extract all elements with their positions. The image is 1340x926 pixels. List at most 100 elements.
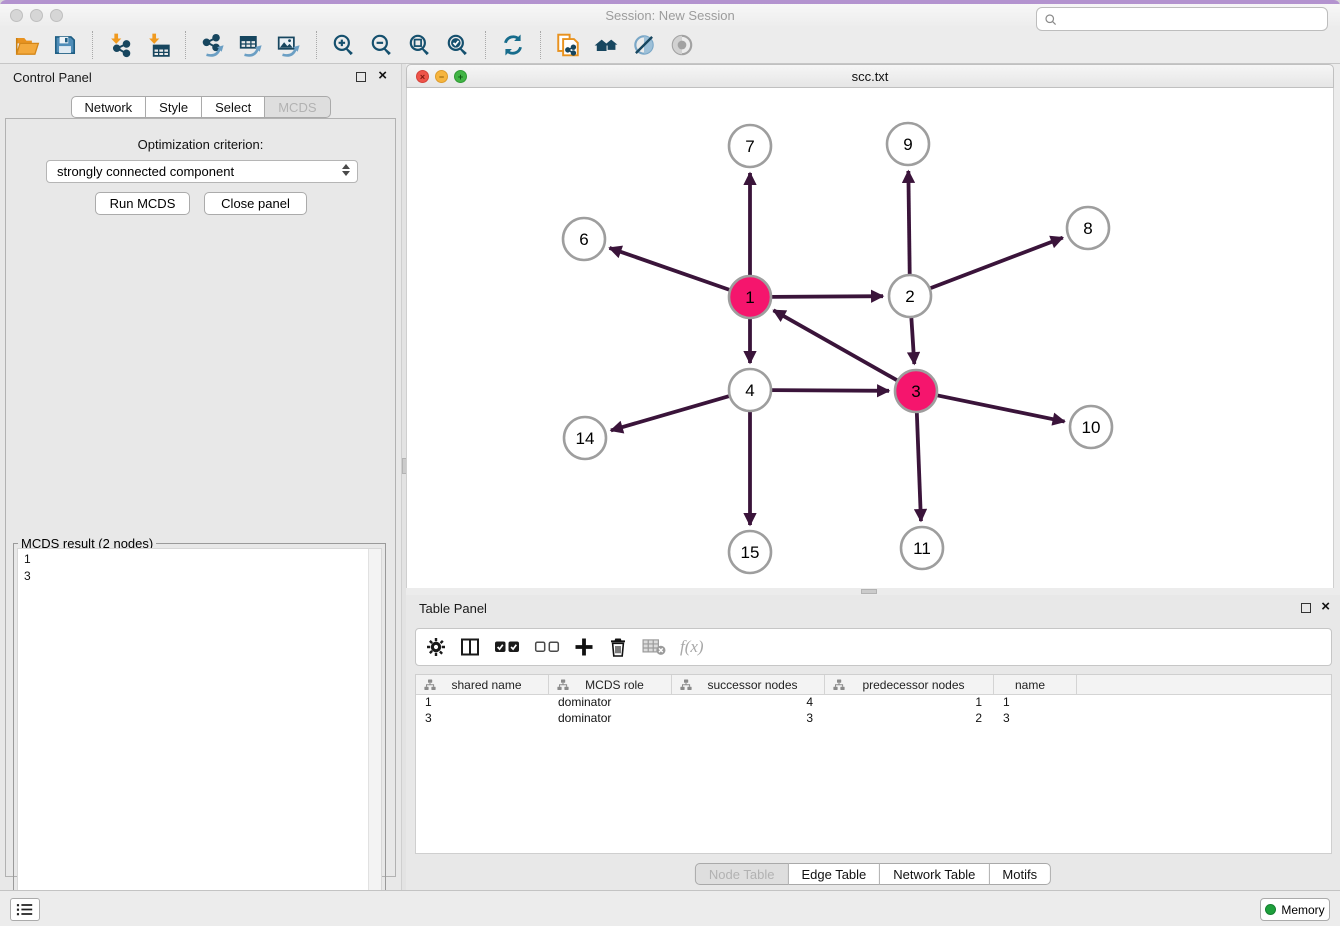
graph-edge-4-3[interactable] — [772, 390, 889, 391]
network-overview-icon — [593, 32, 619, 58]
tab-node-table[interactable]: Node Table — [695, 863, 789, 885]
table-cell[interactable]: 3 — [416, 711, 549, 727]
tab-edge-table[interactable]: Edge Table — [788, 863, 880, 885]
table-cell[interactable]: 3 — [994, 711, 1077, 727]
visual-style-button[interactable] — [627, 30, 661, 60]
graph-edge-1-6[interactable] — [609, 248, 729, 290]
close-panel-icon[interactable]: × — [378, 67, 387, 84]
optimization-criterion-label: Optimization criterion: — [6, 137, 395, 152]
table-row[interactable]: 1dominator411 — [416, 695, 1331, 711]
import-table-button[interactable] — [141, 30, 175, 60]
table-cell[interactable]: 1 — [416, 695, 549, 711]
zoom-out-icon — [369, 32, 395, 58]
column-header-mcds-role[interactable]: MCDS role — [549, 675, 672, 694]
delete-table-button — [642, 634, 666, 660]
table-row[interactable]: 3dominator323 — [416, 711, 1331, 727]
result-scrollbar[interactable] — [368, 549, 381, 918]
graph-edge-3-10[interactable] — [938, 395, 1065, 421]
tab-style[interactable]: Style — [146, 96, 202, 118]
table-panel-title: Table Panel — [419, 601, 487, 616]
table-toolbar: f(x) — [415, 628, 1332, 666]
graph-node-label: 2 — [905, 287, 914, 306]
export-network-button[interactable] — [196, 30, 230, 60]
tab-motifs[interactable]: Motifs — [989, 863, 1051, 885]
table-cell[interactable]: 3 — [672, 711, 825, 727]
graph-node-label: 4 — [745, 381, 754, 400]
graph-node-label: 6 — [579, 230, 588, 249]
zoom-selected-button[interactable] — [441, 30, 475, 60]
unselect-all-columns-button[interactable] — [534, 634, 560, 660]
zoom-in-icon — [331, 32, 357, 58]
mcds-panel: Optimization criterion: strongly connect… — [5, 118, 396, 877]
network-canvas[interactable]: 1234678910111415 — [406, 88, 1334, 588]
format-columns-icon — [460, 637, 480, 657]
table-cell[interactable]: dominator — [549, 695, 672, 711]
format-columns-button[interactable] — [460, 634, 480, 660]
select-all-columns-button[interactable] — [494, 634, 520, 660]
delete-columns-button[interactable] — [608, 634, 628, 660]
graph-edge-3-11[interactable] — [917, 413, 921, 521]
table-settings-button[interactable] — [426, 634, 446, 660]
memory-button[interactable]: Memory — [1260, 898, 1330, 921]
close-panel-button[interactable]: Close panel — [204, 192, 307, 215]
table-panel-tabs: Node TableEdge TableNetwork TableMotifs — [695, 863, 1051, 885]
zoom-in-button[interactable] — [327, 30, 361, 60]
function-builder-button: f(x) — [680, 634, 704, 660]
close-panel-icon[interactable]: × — [1321, 598, 1330, 615]
tab-network-table[interactable]: Network Table — [880, 863, 989, 885]
import-network-button[interactable] — [103, 30, 137, 60]
save-session-button[interactable] — [48, 30, 82, 60]
graph-edge-3-1[interactable] — [773, 310, 896, 380]
open-session-button[interactable] — [10, 30, 44, 60]
clone-network-button[interactable] — [551, 30, 585, 60]
horizontal-splitter[interactable] — [406, 588, 1334, 595]
graph-edge-2-9[interactable] — [908, 171, 909, 274]
column-header-label: shared name — [439, 678, 544, 692]
criterion-select[interactable]: strongly connected component — [46, 160, 358, 183]
graph-edge-2-3[interactable] — [911, 318, 914, 364]
table-cell[interactable]: 1 — [994, 695, 1077, 711]
column-header-successor-nodes[interactable]: successor nodes — [672, 675, 825, 694]
export-table-button[interactable] — [234, 30, 268, 60]
search-input[interactable] — [1062, 12, 1321, 27]
graph-edge-1-2[interactable] — [772, 296, 883, 297]
graphics-details-button[interactable] — [665, 30, 699, 60]
network-window-titlebar: × − + scc.txt — [406, 64, 1334, 88]
float-panel-icon[interactable] — [356, 72, 366, 82]
column-header-shared-name[interactable]: shared name — [416, 675, 549, 694]
tab-network[interactable]: Network — [70, 96, 146, 118]
graph-node-label: 7 — [745, 137, 754, 156]
column-header-predecessor-nodes[interactable]: predecessor nodes — [825, 675, 994, 694]
tab-select[interactable]: Select — [202, 96, 265, 118]
table-cell[interactable]: 2 — [825, 711, 994, 727]
graph-edge-2-8[interactable] — [931, 238, 1063, 289]
add-column-button[interactable] — [574, 634, 594, 660]
main-toolbar — [0, 26, 1340, 64]
network-overview-button[interactable] — [589, 30, 623, 60]
zoom-fit-button[interactable] — [403, 30, 437, 60]
splitter-handle[interactable] — [861, 589, 877, 594]
run-mcds-button[interactable]: Run MCDS — [95, 192, 190, 215]
table-cell[interactable]: 4 — [672, 695, 825, 711]
apply-layout-button[interactable] — [496, 30, 530, 60]
toolbar-separator — [485, 31, 486, 59]
zoom-out-button[interactable] — [365, 30, 399, 60]
control-panel-header: Control Panel × — [0, 64, 401, 90]
status-bar: Memory — [0, 890, 1340, 926]
graph-node-label: 14 — [576, 429, 595, 448]
tab-mcds[interactable]: MCDS — [265, 96, 330, 118]
table-cell[interactable]: dominator — [549, 711, 672, 727]
float-panel-icon[interactable] — [1301, 603, 1311, 613]
task-history-button[interactable] — [10, 898, 40, 921]
column-header-name[interactable]: name — [994, 675, 1077, 694]
search-box[interactable] — [1036, 7, 1328, 31]
export-image-button[interactable] — [272, 30, 306, 60]
graph-node-label: 1 — [745, 288, 754, 307]
mcds-result-area[interactable]: 1 3 — [17, 548, 382, 919]
network-view-window: × − + scc.txt 1234678910111415 — [406, 64, 1334, 588]
graph-edge-4-14[interactable] — [611, 396, 729, 430]
application-window: Session: New Session Control Panel × Net… — [0, 0, 1340, 926]
toolbar-separator — [185, 31, 186, 59]
toolbar-separator — [540, 31, 541, 59]
table-cell[interactable]: 1 — [825, 695, 994, 711]
